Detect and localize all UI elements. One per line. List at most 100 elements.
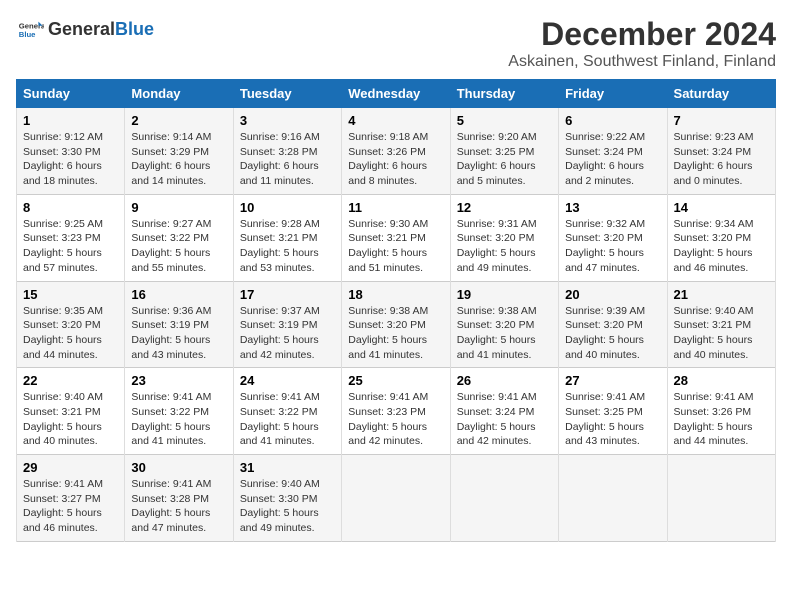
calendar-cell: 6Sunrise: 9:22 AMSunset: 3:24 PMDaylight… bbox=[559, 108, 667, 195]
day-number: 14 bbox=[674, 200, 769, 215]
day-number: 7 bbox=[674, 113, 769, 128]
logo: General Blue GeneralBlue bbox=[16, 16, 154, 44]
cell-info: Sunrise: 9:18 AMSunset: 3:26 PMDaylight:… bbox=[348, 130, 443, 189]
calendar-cell: 22 Sunrise: 9:40 AMSunset: 3:21 PMDayligh… bbox=[17, 368, 125, 455]
day-number: 5 bbox=[457, 113, 552, 128]
cell-info: Sunrise: 9:41 AMSunset: 3:27 PMDaylight:… bbox=[23, 477, 118, 536]
day-number: 3 bbox=[240, 113, 335, 128]
cell-info: Sunrise: 9:35 AMSunset: 3:20 PMDaylight:… bbox=[23, 304, 118, 363]
day-number: 30 bbox=[131, 460, 226, 475]
day-number: 29 bbox=[23, 460, 118, 475]
cell-info: Sunrise: 9:41 AMSunset: 3:24 PMDaylight:… bbox=[457, 390, 552, 449]
cell-info: Sunrise: 9:39 AMSunset: 3:20 PMDaylight:… bbox=[565, 304, 660, 363]
calendar-cell: 16Sunrise: 9:36 AMSunset: 3:19 PMDayligh… bbox=[125, 281, 233, 368]
cell-info: Sunrise: 9:41 AMSunset: 3:22 PMDaylight:… bbox=[240, 390, 335, 449]
calendar-week-row: 22 Sunrise: 9:40 AMSunset: 3:21 PMDayligh… bbox=[17, 368, 776, 455]
column-header-thursday: Thursday bbox=[450, 80, 558, 108]
day-number: 12 bbox=[457, 200, 552, 215]
day-number: 19 bbox=[457, 287, 552, 302]
cell-info: Sunrise: 9:41 AMSunset: 3:26 PMDaylight:… bbox=[674, 390, 769, 449]
page-title: December 2024 bbox=[508, 16, 776, 53]
day-number: 18 bbox=[348, 287, 443, 302]
column-header-saturday: Saturday bbox=[667, 80, 775, 108]
cell-info: Sunrise: 9:28 AMSunset: 3:21 PMDaylight:… bbox=[240, 217, 335, 276]
calendar-week-row: 1Sunrise: 9:12 AMSunset: 3:30 PMDaylight… bbox=[17, 108, 776, 195]
calendar-body: 1Sunrise: 9:12 AMSunset: 3:30 PMDaylight… bbox=[17, 108, 776, 542]
calendar-cell: 2 Sunrise: 9:14 AMSunset: 3:29 PMDaylight… bbox=[125, 108, 233, 195]
day-number: 31 bbox=[240, 460, 335, 475]
cell-info: Sunrise: 9:41 AMSunset: 3:25 PMDaylight:… bbox=[565, 390, 660, 449]
cell-info: Sunrise: 9:14 AMSunset: 3:29 PMDaylight:… bbox=[131, 130, 226, 189]
calendar-cell: 17 Sunrise: 9:37 AMSunset: 3:19 PMDayligh… bbox=[233, 281, 341, 368]
calendar-cell: 15Sunrise: 9:35 AMSunset: 3:20 PMDayligh… bbox=[17, 281, 125, 368]
column-header-monday: Monday bbox=[125, 80, 233, 108]
cell-info: Sunrise: 9:22 AMSunset: 3:24 PMDaylight:… bbox=[565, 130, 660, 189]
column-header-friday: Friday bbox=[559, 80, 667, 108]
calendar-cell: 13Sunrise: 9:32 AMSunset: 3:20 PMDayligh… bbox=[559, 194, 667, 281]
cell-info: Sunrise: 9:25 AMSunset: 3:23 PMDaylight:… bbox=[23, 217, 118, 276]
svg-text:General: General bbox=[19, 22, 44, 31]
day-number: 26 bbox=[457, 373, 552, 388]
calendar-week-row: 29 Sunrise: 9:41 AMSunset: 3:27 PMDayligh… bbox=[17, 455, 776, 542]
calendar-cell: 3Sunrise: 9:16 AMSunset: 3:28 PMDaylight… bbox=[233, 108, 341, 195]
calendar-cell: 5 Sunrise: 9:20 AMSunset: 3:25 PMDaylight… bbox=[450, 108, 558, 195]
day-number: 8 bbox=[23, 200, 118, 215]
cell-info: Sunrise: 9:41 AMSunset: 3:23 PMDaylight:… bbox=[348, 390, 443, 449]
cell-info: Sunrise: 9:41 AMSunset: 3:28 PMDaylight:… bbox=[131, 477, 226, 536]
calendar-table: SundayMondayTuesdayWednesdayThursdayFrid… bbox=[16, 79, 776, 542]
calendar-week-row: 15Sunrise: 9:35 AMSunset: 3:20 PMDayligh… bbox=[17, 281, 776, 368]
calendar-cell: 24 Sunrise: 9:41 AMSunset: 3:22 PMDayligh… bbox=[233, 368, 341, 455]
calendar-cell: 9 Sunrise: 9:27 AMSunset: 3:22 PMDaylight… bbox=[125, 194, 233, 281]
calendar-cell: 8 Sunrise: 9:25 AMSunset: 3:23 PMDaylight… bbox=[17, 194, 125, 281]
calendar-cell bbox=[450, 455, 558, 542]
logo-text: GeneralBlue bbox=[48, 20, 154, 40]
cell-info: Sunrise: 9:40 AMSunset: 3:21 PMDaylight:… bbox=[674, 304, 769, 363]
calendar-week-row: 8 Sunrise: 9:25 AMSunset: 3:23 PMDaylight… bbox=[17, 194, 776, 281]
calendar-cell: 28 Sunrise: 9:41 AMSunset: 3:26 PMDayligh… bbox=[667, 368, 775, 455]
calendar-cell: 26 Sunrise: 9:41 AMSunset: 3:24 PMDayligh… bbox=[450, 368, 558, 455]
logo-icon: General Blue bbox=[16, 16, 44, 44]
calendar-cell: 12Sunrise: 9:31 AMSunset: 3:20 PMDayligh… bbox=[450, 194, 558, 281]
day-number: 11 bbox=[348, 200, 443, 215]
calendar-cell: 11Sunrise: 9:30 AMSunset: 3:21 PMDayligh… bbox=[342, 194, 450, 281]
column-header-tuesday: Tuesday bbox=[233, 80, 341, 108]
calendar-cell bbox=[342, 455, 450, 542]
column-header-sunday: Sunday bbox=[17, 80, 125, 108]
calendar-cell: 14Sunrise: 9:34 AMSunset: 3:20 PMDayligh… bbox=[667, 194, 775, 281]
day-number: 9 bbox=[131, 200, 226, 215]
cell-info: Sunrise: 9:38 AMSunset: 3:20 PMDaylight:… bbox=[457, 304, 552, 363]
cell-info: Sunrise: 9:37 AMSunset: 3:19 PMDaylight:… bbox=[240, 304, 335, 363]
calendar-cell: 10 Sunrise: 9:28 AMSunset: 3:21 PMDayligh… bbox=[233, 194, 341, 281]
day-number: 13 bbox=[565, 200, 660, 215]
day-number: 10 bbox=[240, 200, 335, 215]
title-area: December 2024 Askainen, Southwest Finlan… bbox=[508, 16, 776, 71]
calendar-cell: 18 Sunrise: 9:38 AMSunset: 3:20 PMDayligh… bbox=[342, 281, 450, 368]
calendar-cell: 21 Sunrise: 9:40 AMSunset: 3:21 PMDayligh… bbox=[667, 281, 775, 368]
cell-info: Sunrise: 9:40 AMSunset: 3:30 PMDaylight:… bbox=[240, 477, 335, 536]
day-number: 23 bbox=[131, 373, 226, 388]
calendar-cell: 25 Sunrise: 9:41 AMSunset: 3:23 PMDayligh… bbox=[342, 368, 450, 455]
calendar-cell: 7 Sunrise: 9:23 AMSunset: 3:24 PMDaylight… bbox=[667, 108, 775, 195]
cell-info: Sunrise: 9:27 AMSunset: 3:22 PMDaylight:… bbox=[131, 217, 226, 276]
day-number: 2 bbox=[131, 113, 226, 128]
day-number: 1 bbox=[23, 113, 118, 128]
calendar-cell: 31 Sunrise: 9:40 AMSunset: 3:30 PMDayligh… bbox=[233, 455, 341, 542]
day-number: 27 bbox=[565, 373, 660, 388]
day-number: 22 bbox=[23, 373, 118, 388]
cell-info: Sunrise: 9:40 AMSunset: 3:21 PMDaylight:… bbox=[23, 390, 118, 449]
day-number: 21 bbox=[674, 287, 769, 302]
day-number: 25 bbox=[348, 373, 443, 388]
day-number: 17 bbox=[240, 287, 335, 302]
day-number: 4 bbox=[348, 113, 443, 128]
calendar-cell: 23 Sunrise: 9:41 AMSunset: 3:22 PMDayligh… bbox=[125, 368, 233, 455]
cell-info: Sunrise: 9:38 AMSunset: 3:20 PMDaylight:… bbox=[348, 304, 443, 363]
cell-info: Sunrise: 9:41 AMSunset: 3:22 PMDaylight:… bbox=[131, 390, 226, 449]
column-header-wednesday: Wednesday bbox=[342, 80, 450, 108]
cell-info: Sunrise: 9:23 AMSunset: 3:24 PMDaylight:… bbox=[674, 130, 769, 189]
svg-text:Blue: Blue bbox=[19, 30, 36, 39]
day-number: 24 bbox=[240, 373, 335, 388]
day-number: 28 bbox=[674, 373, 769, 388]
cell-info: Sunrise: 9:36 AMSunset: 3:19 PMDaylight:… bbox=[131, 304, 226, 363]
cell-info: Sunrise: 9:20 AMSunset: 3:25 PMDaylight:… bbox=[457, 130, 552, 189]
calendar-cell: 1Sunrise: 9:12 AMSunset: 3:30 PMDaylight… bbox=[17, 108, 125, 195]
